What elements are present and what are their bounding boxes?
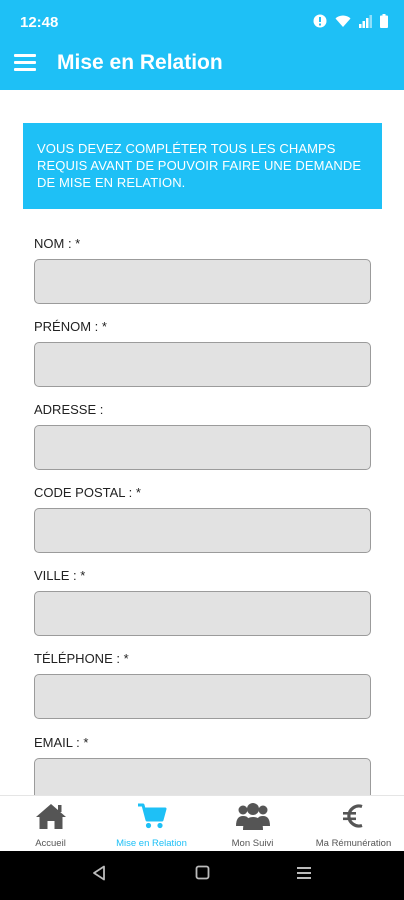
field-label-ville: VILLE : * [34, 568, 86, 583]
nom-input[interactable] [34, 259, 371, 304]
field-label-telephone: TÉLÉPHONE : * [34, 651, 129, 666]
status-icons [313, 14, 388, 28]
battery-icon [380, 14, 388, 28]
wifi-icon [335, 15, 351, 27]
status-time: 12:48 [20, 14, 59, 31]
hamburger-menu-icon[interactable] [14, 54, 36, 72]
home-icon [35, 804, 66, 829]
adresse-input[interactable] [34, 425, 371, 470]
nav-item-accueil[interactable]: Accueil [0, 796, 101, 852]
code-postal-input[interactable] [34, 508, 371, 553]
bottom-navigation: Accueil Mise en Relation Mon Suivi Ma Ré… [0, 795, 404, 852]
field-label-code-postal: CODE POSTAL : * [34, 485, 141, 500]
page-title: Mise en Relation [57, 51, 223, 74]
nav-item-ma-remuneration[interactable]: Ma Rémunération [303, 796, 404, 852]
nav-item-mise-en-relation[interactable]: Mise en Relation [101, 796, 202, 852]
telephone-input[interactable] [34, 674, 371, 719]
home-button-icon[interactable] [195, 865, 210, 881]
nav-label-ma-remuneration: Ma Rémunération [315, 838, 392, 849]
info-icon [313, 14, 327, 28]
field-label-nom: NOM : * [34, 236, 81, 251]
euro-icon [342, 804, 362, 828]
users-icon [235, 803, 270, 830]
signal-icon [359, 14, 372, 28]
field-label-prenom: PRÉNOM : * [34, 319, 107, 334]
nav-item-mon-suivi[interactable]: Mon Suivi [202, 796, 303, 852]
prenom-input[interactable] [34, 342, 371, 387]
app-bar: Mise en Relation [0, 44, 404, 90]
required-fields-notice: VOUS DEVEZ COMPLÉTER TOUS LES CHAMPS REQ… [23, 123, 382, 209]
nav-label-accueil: Accueil [35, 838, 66, 849]
recents-icon[interactable] [296, 865, 312, 881]
system-navigation-bar [0, 851, 404, 900]
back-icon[interactable] [92, 865, 106, 881]
nav-label-mise-en-relation: Mise en Relation [116, 838, 187, 849]
field-label-email: EMAIL : * [34, 735, 89, 750]
cart-icon [137, 803, 166, 829]
field-label-adresse: ADRESSE : [34, 402, 104, 417]
status-bar: 12:48 [0, 0, 404, 44]
nav-label-mon-suivi: Mon Suivi [231, 838, 274, 849]
ville-input[interactable] [34, 591, 371, 636]
